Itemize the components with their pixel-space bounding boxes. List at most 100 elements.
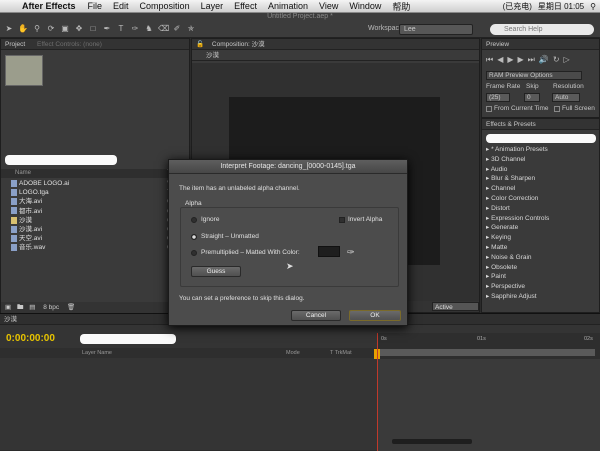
effect-category[interactable]: ▸ * Animation Presets [482,145,600,155]
menu-edit[interactable]: Edit [113,1,129,11]
rotate-tool-icon[interactable]: ⟳ [46,24,56,34]
ignore-radio[interactable]: Ignore [191,216,219,223]
list-item[interactable]: 都市.aviQ [1,207,191,216]
new-comp-icon[interactable]: ▤ [29,304,35,311]
list-item[interactable]: LOGO.tgaTar [1,188,191,197]
pen-tool-icon[interactable]: ✒ [102,24,112,34]
checkbox-box[interactable] [486,105,492,112]
timeline-track-area[interactable] [378,359,600,451]
ram-preview-icon[interactable]: ▷ [564,55,570,65]
effect-category[interactable]: ▸ Obsolete [482,263,600,273]
effect-category[interactable]: ▸ Color Correction [482,194,600,204]
list-item[interactable]: 天空.aviQ [1,234,191,243]
menu-composition[interactable]: Composition [140,1,190,11]
pan-behind-tool-icon[interactable]: ✥ [74,24,84,34]
radio-dot[interactable] [191,249,197,256]
tab-effects-presets[interactable]: Effects & Presets [486,121,536,128]
full-screen-checkbox[interactable]: Full Screen [554,105,595,112]
hand-tool-icon[interactable]: ✋ [18,24,28,34]
ok-button[interactable]: OK [349,310,401,321]
tab-composition[interactable]: Composition: 沙漠 [212,41,265,48]
menu-help[interactable]: 帮助 [392,0,410,13]
brush-tool-icon[interactable]: ✑ [130,24,140,34]
clock[interactable]: 星期日 01:05 [538,1,584,12]
menu-animation[interactable]: Animation [268,1,308,11]
effects-search-input[interactable] [486,134,596,143]
from-current-time-checkbox[interactable]: From Current Time [486,105,549,112]
clone-tool-icon[interactable]: ♞ [144,24,154,34]
effect-category[interactable]: ▸ Perspective [482,282,600,292]
skip-field[interactable]: 0 [524,93,540,102]
guess-button[interactable]: Guess [191,266,241,277]
radio-dot[interactable] [191,233,197,240]
selection-tool-icon[interactable]: ➤ [4,24,14,34]
interpret-footage-icon[interactable]: ▣ [5,304,11,311]
column-trkmat[interactable]: T TrkMat [330,348,352,358]
effect-category[interactable]: ▸ Blur & Sharpen [482,174,600,184]
timecode-display[interactable]: 0:00:00:00 [6,333,55,344]
effect-category[interactable]: ▸ Distort [482,204,600,214]
menu-window[interactable]: Window [349,1,381,11]
prev-frame-icon[interactable]: ◀ [497,55,503,65]
zoom-tool-icon[interactable]: ⚲ [32,24,42,34]
list-item[interactable]: 沙漠C [1,216,191,225]
effect-category[interactable]: ▸ Paint [482,272,600,282]
column-mode[interactable]: Mode [286,348,300,358]
effect-category[interactable]: ▸ Noise & Grain [482,253,600,263]
menu-layer[interactable]: Layer [201,1,224,11]
audio-icon[interactable]: 🔊 [539,55,549,65]
resolution-select[interactable]: Auto [552,93,580,102]
work-area-bar[interactable] [380,349,595,356]
frame-rate-field[interactable]: (25) [486,93,510,102]
trash-icon[interactable]: 🗑 [67,304,75,311]
menu-effect[interactable]: Effect [234,1,257,11]
checkbox-box[interactable] [554,105,560,112]
project-search-input[interactable] [5,155,117,165]
list-item[interactable]: 沙漠.aviQ [1,225,191,234]
effect-category[interactable]: ▸ Generate [482,223,600,233]
type-tool-icon[interactable]: T [116,24,126,34]
eraser-tool-icon[interactable]: ⌫ [158,24,169,34]
list-item[interactable]: 大海.aviQ [1,197,191,206]
playhead-line[interactable] [377,333,378,451]
radio-dot[interactable] [191,216,197,223]
invert-alpha-checkbox[interactable]: Invert Alpha [339,216,382,223]
camera-tool-icon[interactable]: ▣ [60,24,70,34]
timeline-search-input[interactable] [80,334,176,344]
new-folder-icon[interactable]: 🖿 [17,304,24,311]
battery-status[interactable]: (已充电) [503,1,532,12]
effect-category[interactable]: ▸ Channel [482,184,600,194]
workspace-select[interactable]: Lee [399,24,473,35]
effect-category[interactable]: ▸ Matte [482,243,600,253]
checkbox-box[interactable] [339,216,345,223]
straight-unmatted-radio[interactable]: Straight – Unmatted [191,233,259,240]
active-camera-select[interactable]: Active Camera [432,302,479,320]
effect-category[interactable]: ▸ Keying [482,233,600,243]
column-name[interactable]: Name [15,170,31,176]
eyedropper-icon[interactable]: ✑ [347,247,355,258]
effect-category[interactable]: ▸ Audio [482,165,600,175]
menu-file[interactable]: File [88,1,103,11]
timeline-zoom-slider[interactable] [392,439,472,444]
roto-brush-icon[interactable]: ✐ [172,24,182,34]
last-frame-icon[interactable]: ⏭ [528,55,535,65]
tab-preview[interactable]: Preview [486,41,509,48]
search-help-input[interactable]: Search Help [490,24,594,35]
tab-project[interactable]: Project [5,41,25,48]
cancel-button[interactable]: Cancel [291,310,341,321]
menu-view[interactable]: View [319,1,338,11]
effect-category[interactable]: ▸ Expression Controls [482,214,600,224]
first-frame-icon[interactable]: ⏮ [486,55,493,65]
app-menu[interactable]: After Effects [22,1,76,11]
rectangle-tool-icon[interactable]: □ [88,24,98,34]
loop-icon[interactable]: ↻ [553,55,560,65]
ram-preview-select[interactable]: RAM Preview Options [486,71,582,80]
tab-timeline[interactable]: 沙漠 [4,316,17,323]
list-item[interactable]: 音乐.wavQ [1,243,191,252]
tab-effect-controls[interactable]: Effect Controls: (none) [37,41,102,48]
effect-category[interactable]: ▸ 3D Channel [482,155,600,165]
puppet-tool-icon[interactable]: ✯ [186,24,196,34]
matte-color-swatch[interactable] [318,246,340,257]
composition-subtab[interactable]: 沙漠 [192,50,479,61]
list-item[interactable]: ADOBE LOGO.aiVec [1,179,191,188]
